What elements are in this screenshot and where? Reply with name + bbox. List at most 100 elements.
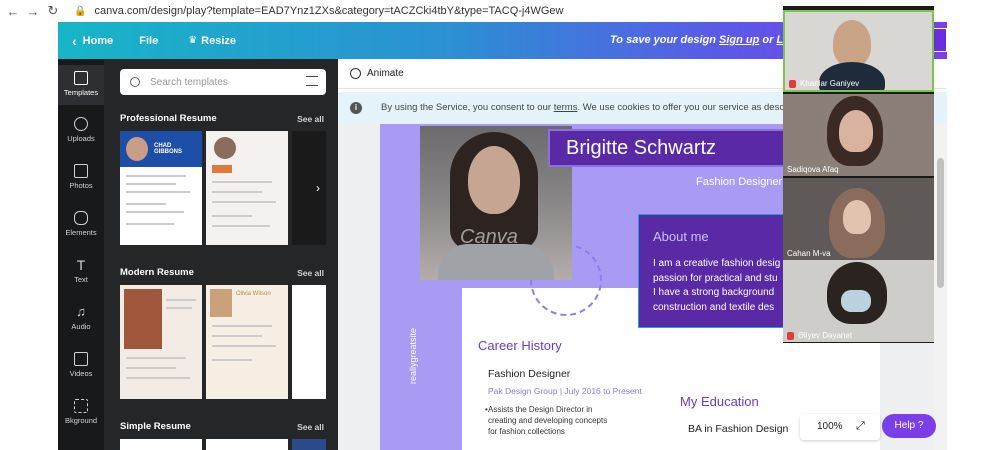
template-thumbnail[interactable] (292, 285, 326, 399)
rail-text[interactable]: T Text (58, 258, 104, 284)
chevron-right-icon[interactable]: › (316, 181, 320, 195)
chevron-right-icon[interactable]: › (316, 335, 320, 349)
role-text[interactable]: Fashion Designer (696, 176, 782, 188)
chevron-left-icon[interactable]: ‹ (72, 33, 77, 49)
template-thumbnail[interactable]: Olivia Wilson (206, 285, 288, 399)
zoom-control[interactable]: 100% ⤢ (800, 414, 880, 440)
fullscreen-icon[interactable]: ⤢ (856, 420, 865, 433)
mic-muted-icon (789, 79, 796, 88)
cookie-suffix: . We use cookies to offer you our servic… (577, 102, 785, 113)
forward-arrow-icon[interactable]: → (26, 4, 40, 19)
scrollbar-thumb[interactable] (937, 158, 944, 288)
portrait-shirt (438, 244, 554, 280)
thumb-photo (124, 289, 162, 349)
vertical-scrollbar[interactable] (934, 124, 947, 450)
crown-icon: ♛ (188, 35, 198, 46)
thumb-name: CHAD GIBBONS (154, 143, 183, 155)
canva-watermark: Canva (460, 226, 518, 248)
cookie-message: By using the Service, you consent to our… (381, 102, 784, 113)
terms-link[interactable]: terms (554, 102, 578, 113)
lock-icon[interactable]: 🔒 (74, 6, 86, 17)
zoom-value: 100% (817, 421, 843, 432)
background-icon (74, 399, 88, 413)
rail-label: Bkground (64, 416, 98, 425)
participant-tile[interactable]: Sadiqova Afaq (783, 94, 934, 176)
rail-label: Elements (65, 228, 97, 237)
video-call-panel: Khanlar Ganiyev Sadiqova Afaq Cahan M-va… (783, 6, 934, 343)
template-thumbnail[interactable] (292, 131, 326, 245)
save-prefix: To save your design (610, 34, 720, 46)
rail-uploads[interactable]: Uploads (58, 117, 104, 143)
template-thumbnail[interactable] (120, 439, 202, 450)
participant-label: Cahan M-va (787, 249, 831, 258)
template-thumbnail[interactable]: CHAD GIBBONS (120, 131, 202, 245)
rail-label: Photos (69, 181, 93, 190)
search-icon (130, 77, 140, 87)
search-placeholder: Search templates (150, 76, 228, 88)
help-button[interactable]: Help ? (882, 414, 936, 438)
text-icon: T (76, 257, 86, 273)
thumb-name: Olivia Wilson (236, 291, 271, 297)
participant-name: Sadiqova Afaq (787, 165, 839, 174)
save-message: To save your design Sign up or Log in (610, 34, 809, 46)
job-bullet[interactable]: Assists the Design Director in creating … (485, 404, 648, 437)
job-title[interactable]: Fashion Designer (488, 368, 570, 380)
template-thumbnail[interactable] (206, 131, 288, 245)
participant-tile[interactable]: Khanlar Ganiyev (783, 10, 934, 92)
rail-videos[interactable]: Videos (58, 352, 104, 378)
cookie-prefix: By using the Service, you consent to our (381, 102, 554, 113)
see-all-link[interactable]: See all (297, 422, 324, 432)
participant-label: Əliyev Dəyanət (798, 331, 853, 340)
resize-button[interactable]: ♛ Resize (188, 35, 236, 47)
face-mask (841, 290, 871, 312)
upload-cloud-icon (74, 117, 88, 131)
animate-icon (350, 68, 361, 79)
music-note-icon: ♫ (76, 304, 86, 319)
education-title[interactable]: My Education (680, 394, 759, 409)
website-vertical-text[interactable]: reallygreatsite (408, 328, 418, 384)
rail-label: Uploads (67, 134, 95, 143)
template-thumbnail[interactable] (120, 285, 202, 399)
rail-elements[interactable]: Elements (58, 211, 104, 237)
rail-templates[interactable]: Templates (58, 65, 104, 105)
rail-label: Audio (71, 322, 91, 331)
template-thumbnail[interactable] (206, 439, 288, 450)
participant-name: Əliyev Dəyanət (787, 331, 852, 340)
participant-name: Khanlar Ganiyev (789, 79, 859, 88)
section-title: Modern Resume (120, 267, 194, 278)
animate-label: Animate (367, 68, 404, 79)
career-title[interactable]: Career History (478, 338, 562, 353)
participant-tile[interactable]: Cahan M-va (783, 178, 934, 260)
search-templates-input[interactable]: Search templates (120, 69, 326, 95)
about-title: About me (653, 229, 709, 244)
filter-icon[interactable] (306, 76, 318, 86)
rail-label: Text (74, 275, 88, 284)
sign-up-link[interactable]: Sign up (719, 34, 759, 46)
rail-audio[interactable]: ♫ Audio (58, 304, 104, 332)
template-thumbnail[interactable] (292, 439, 326, 450)
home-button[interactable]: Home (83, 35, 114, 47)
see-all-link[interactable]: See all (297, 268, 324, 278)
see-all-link[interactable]: See all (297, 114, 324, 124)
shapes-icon (74, 211, 88, 225)
back-arrow-icon[interactable]: ← (6, 4, 20, 19)
file-menu[interactable]: File (139, 35, 158, 47)
participant-tile[interactable]: Əliyev Dəyanət (783, 260, 934, 342)
degree-text[interactable]: BA in Fashion Design (688, 423, 788, 435)
name-heading[interactable]: Brigitte Schwartz (548, 129, 804, 167)
rail-label: Templates (63, 88, 99, 97)
reload-icon[interactable]: ↻ (46, 3, 60, 19)
rail-background[interactable]: Bkground (58, 399, 104, 425)
company-text[interactable]: Pak Design Group | July 2016 to Present (488, 386, 642, 396)
rail-photos[interactable]: Photos (58, 164, 104, 190)
participant-video (833, 20, 871, 66)
templates-panel: Search templates Professional Resume See… (104, 59, 338, 450)
animate-button[interactable]: Animate (350, 68, 404, 79)
participant-video (839, 110, 873, 152)
or-text: or (759, 34, 777, 46)
address-bar[interactable]: canva.com/design/play?template=EAD7Ynz1Z… (94, 5, 563, 17)
thumb-accent (212, 165, 232, 173)
thumb-avatar (126, 137, 148, 161)
mic-muted-icon (787, 331, 794, 340)
video-icon (74, 352, 88, 366)
